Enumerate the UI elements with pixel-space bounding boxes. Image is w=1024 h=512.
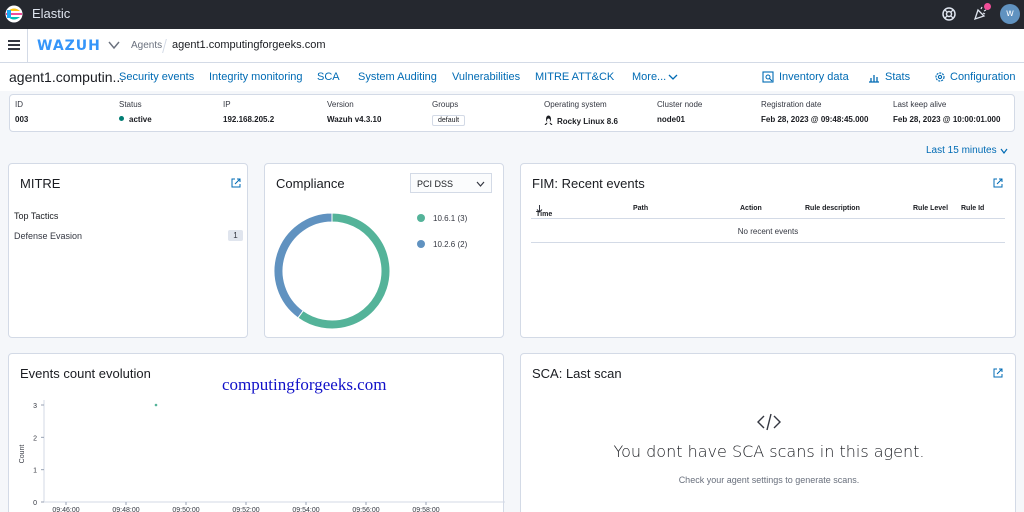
agent-ip: IP 192.168.205.2 xyxy=(223,100,275,124)
linux-icon xyxy=(544,115,553,125)
column-rule-description[interactable]: Rule description xyxy=(805,205,860,212)
compliance-donut-chart xyxy=(273,212,391,330)
watermark-text: computingforgeeks.com xyxy=(222,375,387,394)
menu-icon[interactable] xyxy=(8,40,20,50)
stats-icon[interactable] xyxy=(868,71,880,83)
inventory-data-link[interactable]: Inventory data xyxy=(779,71,849,83)
breadcrumb-separator xyxy=(162,39,167,53)
external-link-icon[interactable] xyxy=(993,178,1003,188)
agent-os: Operating system Rocky Linux 8.6 xyxy=(544,100,618,126)
help-icon[interactable] xyxy=(941,6,957,22)
notification-dot xyxy=(984,3,991,10)
column-time[interactable]: Time xyxy=(536,205,552,218)
sca-empty-hint: Check your agent settings to generate sc… xyxy=(678,475,860,485)
top-tactics-heading: Top Tactics xyxy=(14,211,59,221)
tab-more[interactable]: More... xyxy=(632,71,666,83)
y-tick-label: 0 xyxy=(33,500,37,507)
compliance-panel: Compliance PCI DSS 10.6.1 (3) 10.2.6 (2) xyxy=(264,163,504,338)
y-tick-label: 2 xyxy=(33,435,37,442)
legend-item[interactable]: 10.6.1 (3) xyxy=(417,214,467,223)
column-path[interactable]: Path xyxy=(633,205,648,212)
wazuh-logo[interactable]: WAZUH xyxy=(37,38,101,54)
group-badge[interactable]: default xyxy=(432,115,466,126)
x-tick-label: 09:52:00 xyxy=(232,507,259,512)
sca-empty-title: You dont have SCA scans in this agent. xyxy=(613,442,925,461)
panel-title: MITRE xyxy=(20,176,61,191)
chevron-down-icon xyxy=(476,181,485,187)
tab-vulnerabilities[interactable]: Vulnerabilities xyxy=(452,71,520,83)
status-dot-icon xyxy=(119,116,124,121)
column-rule-level[interactable]: Rule Level xyxy=(913,205,948,212)
tab-sca[interactable]: SCA xyxy=(317,71,340,83)
x-tick-label: 09:46:00 xyxy=(52,507,79,512)
chevron-down-icon[interactable] xyxy=(668,72,678,82)
sca-panel: SCA: Last scan You dont have SCA scans i… xyxy=(520,353,1016,512)
tactic-label[interactable]: Defense Evasion xyxy=(14,231,82,241)
agent-id: ID 003 xyxy=(15,100,29,124)
agent-groups: Groups default xyxy=(432,100,466,126)
y-axis-label: Count xyxy=(19,445,26,464)
agent-tabs: agent1.computin... Security events Integ… xyxy=(0,63,1024,91)
panel-title: SCA: Last scan xyxy=(532,366,622,381)
agent-status: Status active xyxy=(119,100,152,124)
x-tick-label: 09:48:00 xyxy=(112,507,139,512)
breadcrumb-agents[interactable]: Agents xyxy=(131,40,162,51)
external-link-icon[interactable] xyxy=(993,368,1003,378)
legend-item[interactable]: 10.2.6 (2) xyxy=(417,240,467,249)
agent-cluster-node: Cluster node node01 xyxy=(657,100,703,124)
fim-panel: FIM: Recent events Time Path Action Rule… xyxy=(520,163,1016,338)
panel-title: FIM: Recent events xyxy=(532,176,645,191)
legend-dot-icon xyxy=(417,214,425,222)
agent-version: Version Wazuh v4.3.10 xyxy=(327,100,382,124)
donut-slice-10.2.6[interactable] xyxy=(273,212,333,319)
gear-icon[interactable] xyxy=(934,71,946,83)
tab-integrity-monitoring[interactable]: Integrity monitoring xyxy=(209,71,303,83)
inventory-icon[interactable] xyxy=(762,71,774,83)
x-tick-label: 09:50:00 xyxy=(172,507,199,512)
breadcrumb-bar: WAZUH Agents agent1.computingforgeeks.co… xyxy=(0,29,1024,63)
agent-registration-date: Registration date Feb 28, 2023 @ 09:48:4… xyxy=(761,100,869,124)
agent-info-card: ID 003 Status active IP 192.168.205.2 Ve… xyxy=(9,94,1015,132)
tactic-count-badge: 1 xyxy=(228,230,243,241)
chevron-down-icon[interactable] xyxy=(1000,148,1008,154)
stats-link[interactable]: Stats xyxy=(885,71,910,83)
column-action[interactable]: Action xyxy=(740,205,762,212)
tab-mitre-attack[interactable]: MITRE ATT&CK xyxy=(535,71,614,83)
y-tick-label: 1 xyxy=(33,468,37,475)
top-header: Elastic w xyxy=(0,0,1024,29)
external-link-icon[interactable] xyxy=(231,178,241,188)
tab-system-auditing[interactable]: System Auditing xyxy=(358,71,437,83)
divider xyxy=(27,29,28,63)
panel-title: Compliance xyxy=(276,176,345,191)
elastic-logo-icon[interactable] xyxy=(5,5,23,23)
time-range-picker[interactable]: Last 15 minutes xyxy=(926,145,997,156)
column-rule-id[interactable]: Rule Id xyxy=(961,205,984,212)
x-tick-label: 09:54:00 xyxy=(292,507,319,512)
y-tick-label: 3 xyxy=(33,403,37,410)
configuration-link[interactable]: Configuration xyxy=(950,71,1015,83)
agent-last-keep-alive: Last keep alive Feb 28, 2023 @ 10:00:01.… xyxy=(893,100,1001,124)
fim-table-header: Time Path Action Rule description Rule L… xyxy=(531,199,1005,219)
chevron-down-icon[interactable] xyxy=(108,40,120,50)
compliance-select[interactable]: PCI DSS xyxy=(410,173,492,193)
tab-security-events[interactable]: Security events xyxy=(119,71,194,83)
fim-empty-message: No recent events xyxy=(531,221,1005,243)
panel-title: Events count evolution xyxy=(20,366,151,381)
code-icon xyxy=(757,413,781,431)
x-tick-label: 09:58:00 xyxy=(412,507,439,512)
user-avatar[interactable]: w xyxy=(1000,4,1020,24)
mitre-panel: MITRE Top Tactics Defense Evasion 1 xyxy=(8,163,248,338)
x-tick-label: 09:56:00 xyxy=(352,507,379,512)
data-point[interactable] xyxy=(154,403,158,407)
legend-dot-icon xyxy=(417,240,425,248)
donut-slice-10.6.1[interactable] xyxy=(297,212,391,330)
events-count-panel: 0 1 2 3 Count 09:46:00 09:48:00 09:50:00 09:52:0… xyxy=(8,353,505,512)
app-title: Elastic xyxy=(32,6,71,21)
breadcrumb-host: agent1.computingforgeeks.com xyxy=(172,39,326,51)
agent-name: agent1.computin... xyxy=(9,69,125,85)
